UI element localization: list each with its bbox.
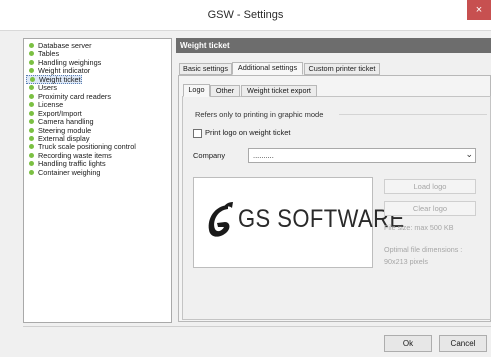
- company-label: Company: [193, 151, 226, 160]
- subtab-weight-ticket-export[interactable]: Weight ticket export: [241, 85, 317, 97]
- company-select-value: ..........: [253, 151, 274, 160]
- file-size-hint: File size: max 500 KB: [384, 223, 454, 232]
- sidebar-item[interactable]: Container weighing: [26, 168, 100, 177]
- bullet-icon: [30, 76, 35, 82]
- panel-header: Weight ticket: [176, 38, 491, 53]
- panel-title: Weight ticket: [180, 41, 230, 50]
- window-title: GSW - Settings: [207, 9, 284, 21]
- dimensions-hint: Optimal file dimensions :: [384, 245, 463, 254]
- bullet-icon: [29, 161, 34, 167]
- settings-nav-tree[interactable]: Database server Tables Handling weighings W…: [23, 38, 172, 323]
- bullet-icon: [29, 51, 34, 57]
- bullet-icon: [29, 43, 34, 48]
- bullet-icon: [29, 59, 34, 65]
- bullet-icon: [29, 68, 34, 74]
- bullet-icon: [29, 169, 34, 175]
- bullet-icon: [29, 127, 34, 133]
- clear-logo-button[interactable]: Clear logo: [384, 201, 476, 216]
- gs-software-logo-mark-icon: [208, 202, 233, 237]
- tab-custom-printer-ticket[interactable]: Custom printer ticket: [304, 63, 380, 75]
- bullet-icon: [29, 119, 34, 125]
- graphic-mode-group-legend: Refers only to printing in graphic mode: [195, 110, 324, 119]
- print-logo-label[interactable]: Print logo on weight ticket: [205, 128, 290, 137]
- bullet-icon: [29, 102, 34, 108]
- subtab-logo[interactable]: Logo: [183, 84, 210, 97]
- chevron-down-icon[interactable]: ⌄: [465, 149, 473, 160]
- company-select[interactable]: .......... ⌄: [248, 148, 476, 163]
- bullet-icon: [29, 85, 34, 91]
- logo-text: GS SOFTWARE: [238, 205, 405, 233]
- tab-basic-settings[interactable]: Basic settings: [179, 63, 232, 75]
- group-divider: [339, 114, 487, 115]
- bullet-icon: [29, 144, 34, 150]
- close-button[interactable]: ×: [467, 0, 491, 20]
- footer-divider: [23, 326, 491, 327]
- bullet-icon: [29, 93, 34, 99]
- subtab-other[interactable]: Other: [210, 85, 240, 97]
- bullet-icon: [29, 135, 34, 141]
- bullet-icon: [29, 110, 34, 116]
- print-logo-checkbox[interactable]: [193, 129, 202, 138]
- sidebar-item-label: Container weighing: [38, 167, 101, 177]
- title-bar: GSW - Settings ×: [0, 0, 491, 31]
- load-logo-button[interactable]: Load logo: [384, 179, 476, 194]
- dimensions-hint-value: 90x213 pixels: [384, 257, 428, 266]
- logo-preview: GS SOFTWARE: [193, 177, 404, 268]
- bullet-icon: [29, 152, 34, 158]
- tab-additional-settings[interactable]: Additional settings: [232, 62, 303, 75]
- cancel-button[interactable]: Cancel: [439, 335, 487, 352]
- ok-button[interactable]: Ok: [384, 335, 432, 352]
